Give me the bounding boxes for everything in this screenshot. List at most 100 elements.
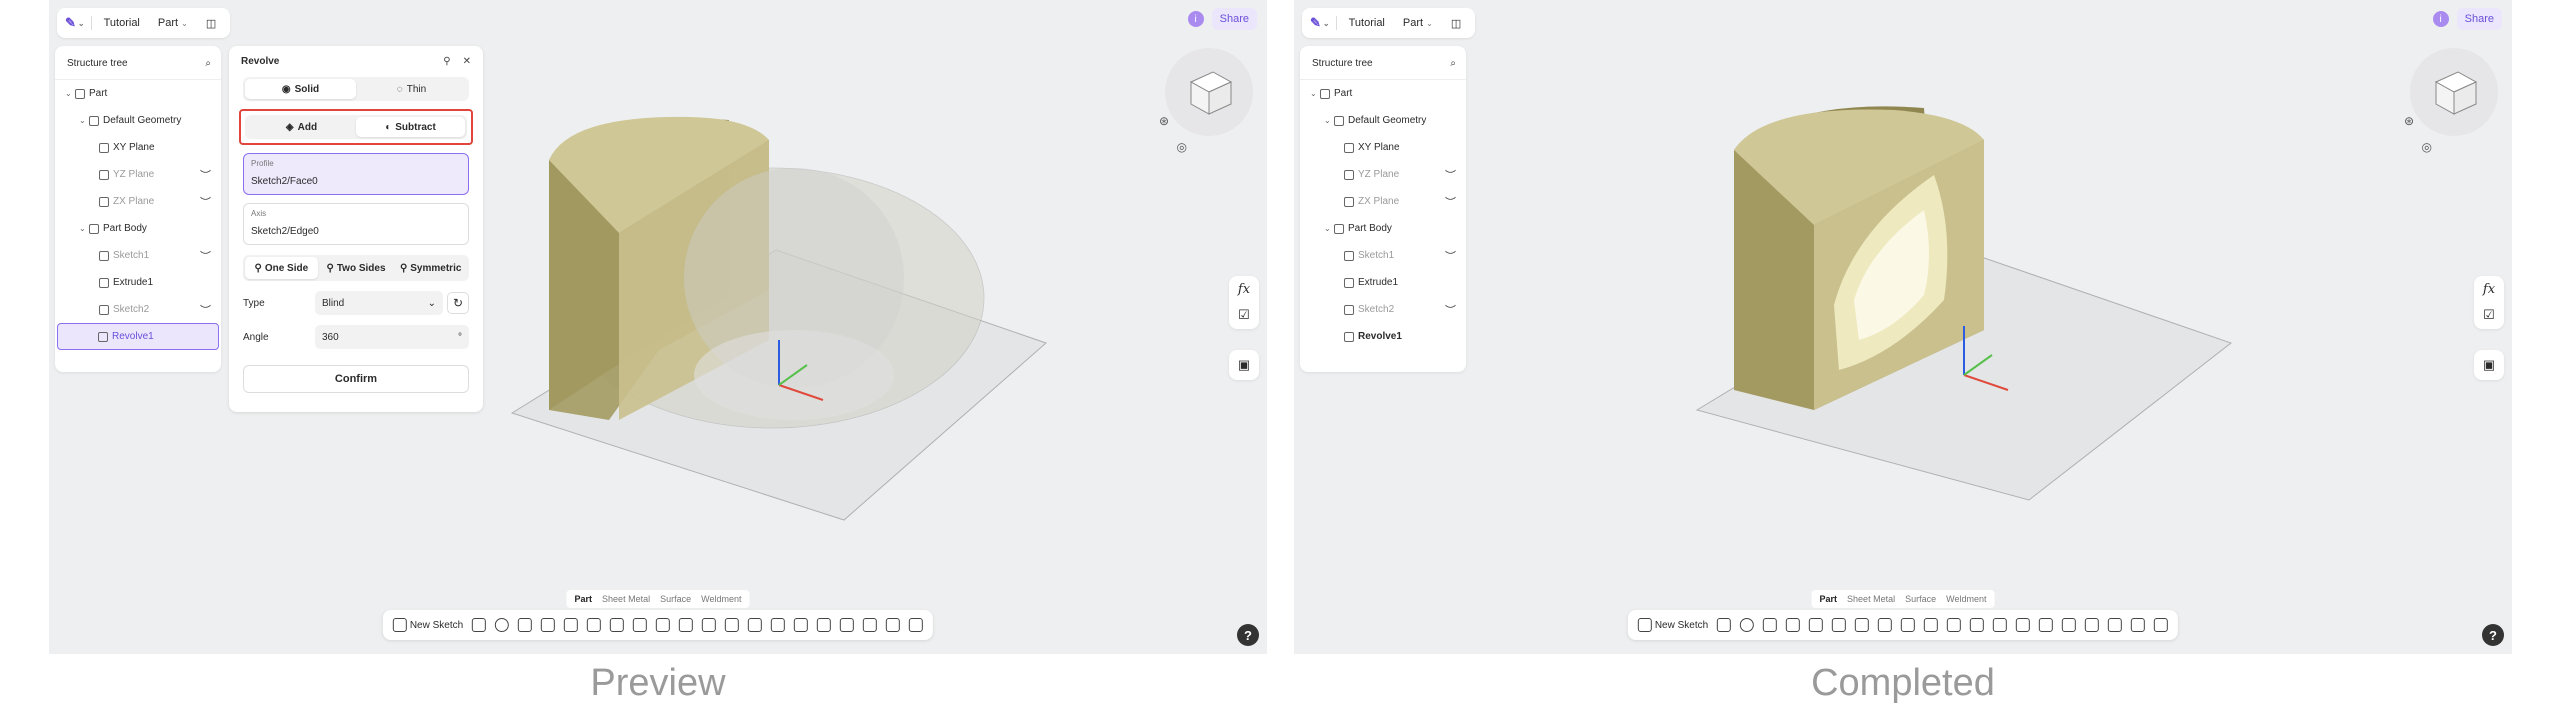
chevron-down-icon[interactable]: ⌄	[65, 89, 75, 98]
view-settings-icon[interactable]: ◎	[1177, 140, 1187, 154]
revolve-icon[interactable]	[1740, 618, 1755, 632]
fillet-icon[interactable]	[1855, 618, 1870, 632]
tree-item-xy-plane[interactable]: XY Plane	[1300, 134, 1466, 161]
axis-field[interactable]: Axis Sketch2/Edge0	[243, 203, 469, 245]
app-logo-icon[interactable]: ✎ ⌄	[1310, 15, 1330, 31]
formula-icon[interactable]: fx	[2483, 282, 2495, 297]
tab-weldment[interactable]: Weldment	[1942, 592, 1990, 606]
angle-input[interactable]: 360 °	[315, 325, 469, 349]
share-button[interactable]: Share	[1211, 8, 1257, 30]
sidebar-toggle-icon[interactable]: ◫	[200, 17, 222, 30]
sweep-icon[interactable]	[518, 618, 533, 632]
project-name[interactable]: Tutorial	[1343, 17, 1391, 29]
measure-icon[interactable]	[2131, 618, 2146, 632]
shell-icon[interactable]	[1924, 618, 1939, 632]
tree-item-yz-plane[interactable]: YZ Plane ︶	[55, 161, 221, 188]
tree-item-default-geometry[interactable]: ⌄ Default Geometry	[1300, 107, 1466, 134]
tree-item-revolve1[interactable]: Revolve1	[1300, 323, 1466, 350]
share-button[interactable]: Share	[2456, 8, 2502, 30]
datum-icon[interactable]	[863, 618, 878, 632]
pattern-icon[interactable]	[725, 618, 740, 632]
view-cube[interactable]	[2406, 44, 2502, 140]
tree-item-revolve1[interactable]: Revolve1	[57, 323, 219, 350]
tree-item-sketch2[interactable]: Sketch2 ︶	[55, 296, 221, 323]
add-option[interactable]: ◈ Add	[247, 117, 356, 137]
chamfer-icon[interactable]	[1878, 618, 1893, 632]
confirm-button[interactable]: Confirm	[243, 365, 469, 393]
draft-icon[interactable]	[656, 618, 671, 632]
reverse-direction-icon[interactable]: ↻	[447, 292, 469, 314]
library-icon[interactable]	[909, 618, 924, 632]
extrude-icon[interactable]	[472, 618, 487, 632]
view-settings-icon[interactable]: ◎	[2422, 140, 2432, 154]
project-name[interactable]: Tutorial	[98, 17, 146, 29]
pin-icon[interactable]: ⚲	[443, 56, 450, 67]
tree-item-part[interactable]: ⌄ Part	[55, 80, 221, 107]
eye-closed-icon[interactable]: ︶	[200, 194, 211, 210]
two-sides-option[interactable]: ⚲ Two Sides	[320, 257, 393, 279]
eye-closed-icon[interactable]: ︶	[200, 248, 211, 264]
rib-icon[interactable]	[564, 618, 579, 632]
scale-icon[interactable]	[2085, 618, 2100, 632]
tree-item-sketch2[interactable]: Sketch2 ︶	[1300, 296, 1466, 323]
tab-surface[interactable]: Surface	[656, 592, 695, 606]
hole-icon[interactable]	[587, 618, 602, 632]
tree-item-sketch1[interactable]: Sketch1 ︶	[55, 242, 221, 269]
tab-weldment[interactable]: Weldment	[697, 592, 745, 606]
datum-icon[interactable]	[2108, 618, 2123, 632]
chevron-down-icon[interactable]: ⌄	[1324, 116, 1334, 125]
measure-icon[interactable]	[886, 618, 901, 632]
tree-item-extrude1[interactable]: Extrude1	[55, 269, 221, 296]
sidebar-toggle-icon[interactable]: ◫	[1445, 17, 1467, 30]
tab-sheet-metal[interactable]: Sheet Metal	[1843, 592, 1899, 606]
chevron-down-icon[interactable]: ⌄	[1310, 89, 1320, 98]
tree-item-part-body[interactable]: ⌄ Part Body	[1300, 215, 1466, 242]
close-icon[interactable]: ✕	[463, 56, 471, 67]
new-sketch-button[interactable]: New Sketch	[1637, 618, 1708, 632]
revolve-icon[interactable]	[495, 618, 510, 632]
combine-icon[interactable]	[2016, 618, 2031, 632]
library-icon[interactable]	[2154, 618, 2169, 632]
avatar[interactable]: i	[1187, 11, 1204, 27]
tree-item-extrude1[interactable]: Extrude1	[1300, 269, 1466, 296]
move-icon[interactable]	[817, 618, 832, 632]
eye-closed-icon[interactable]: ︶	[200, 302, 211, 318]
formula-icon[interactable]: fx	[1238, 282, 1250, 297]
tree-item-default-geometry[interactable]: ⌄ Default Geometry	[55, 107, 221, 134]
mirror-icon[interactable]	[1993, 618, 2008, 632]
tree-item-sketch1[interactable]: Sketch1 ︶	[1300, 242, 1466, 269]
panel-toggle-icon[interactable]: ▣	[2474, 350, 2504, 380]
thicken-icon[interactable]	[702, 618, 717, 632]
split-icon[interactable]	[2039, 618, 2054, 632]
tree-item-part[interactable]: ⌄ Part	[1300, 80, 1466, 107]
checklist-icon[interactable]: ☑	[2483, 307, 2495, 323]
profile-field[interactable]: Profile Sketch2/Face0	[243, 153, 469, 195]
extrude-icon[interactable]	[1717, 618, 1732, 632]
help-button[interactable]: ?	[2482, 624, 2504, 646]
sweep-icon[interactable]	[1763, 618, 1778, 632]
search-icon[interactable]: ⌕	[205, 58, 211, 69]
move-icon[interactable]	[2062, 618, 2077, 632]
eye-closed-icon[interactable]: ︶	[1445, 248, 1456, 264]
split-icon[interactable]	[794, 618, 809, 632]
fit-view-icon[interactable]: ⊛	[1159, 114, 1169, 128]
tree-item-zx-plane[interactable]: ZX Plane ︶	[1300, 188, 1466, 215]
loft-icon[interactable]	[541, 618, 556, 632]
checklist-icon[interactable]: ☑	[1238, 307, 1250, 323]
mode-dropdown[interactable]: Part ⌄	[152, 17, 194, 29]
search-icon[interactable]: ⌕	[1450, 58, 1456, 69]
tab-part[interactable]: Part	[1816, 592, 1842, 606]
thin-option[interactable]: ◌ Thin	[356, 79, 467, 99]
tab-part[interactable]: Part	[571, 592, 597, 606]
eye-closed-icon[interactable]: ︶	[1445, 194, 1456, 210]
chevron-down-icon[interactable]: ⌄	[1324, 224, 1334, 233]
solid-option[interactable]: ◉ Solid	[245, 79, 356, 99]
chevron-down-icon[interactable]: ⌄	[79, 116, 89, 125]
avatar[interactable]: i	[2432, 11, 2449, 27]
one-side-option[interactable]: ⚲ One Side	[245, 257, 318, 279]
tree-item-part-body[interactable]: ⌄ Part Body	[55, 215, 221, 242]
rib-icon[interactable]	[1809, 618, 1824, 632]
fit-view-icon[interactable]: ⊛	[2404, 114, 2414, 128]
mirror-icon[interactable]	[748, 618, 763, 632]
tree-item-xy-plane[interactable]: XY Plane	[55, 134, 221, 161]
